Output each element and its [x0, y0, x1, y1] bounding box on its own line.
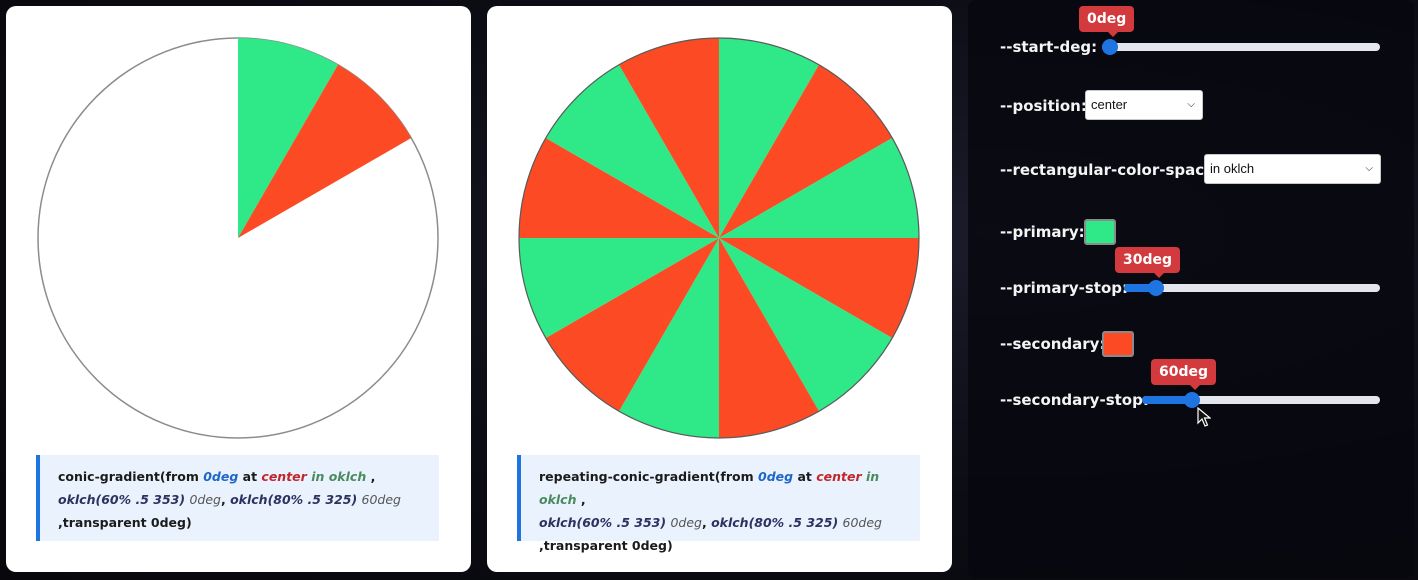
primary-stop-label: --primary-stop: — [1000, 279, 1129, 297]
secondary-stop-value-tooltip: 60deg — [1151, 359, 1217, 390]
chevron-down-icon: ⌵ — [1187, 99, 1195, 110]
code-start-deg: 0deg — [758, 469, 794, 484]
primary-stop-value-tooltip: 30deg — [1115, 247, 1181, 278]
color-space-selected-value: in oklch — [1210, 161, 1255, 176]
code-position: center — [816, 469, 862, 484]
chevron-down-icon: ⌵ — [1365, 163, 1373, 174]
code-at: at — [242, 469, 258, 484]
primary-stop-slider-thumb[interactable] — [1148, 280, 1164, 296]
code-tail: ,transparent 0deg) — [539, 538, 673, 553]
conic-gradient-preview — [37, 37, 439, 439]
code-start-deg: 0deg — [203, 469, 239, 484]
conic-gradient-card: conic-gradient(from 0deg at center in ok… — [6, 6, 471, 572]
code-color-2: oklch(80% .5 325) — [711, 515, 839, 530]
start-deg-slider[interactable] — [1102, 39, 1380, 55]
mouse-pointer-icon — [1197, 407, 1211, 427]
secondary-stop-slider[interactable] — [1142, 392, 1380, 408]
color-space-select[interactable]: in oklch ⌵ — [1204, 154, 1381, 184]
code-comma: , — [370, 469, 376, 484]
color-space-row: --rectangular-color-space: — [1000, 154, 1220, 186]
position-select[interactable]: center ⌵ — [1085, 90, 1203, 120]
code-color-2: oklch(80% .5 325) — [230, 492, 358, 507]
code-position: center — [261, 469, 307, 484]
code-tail: ,transparent 0deg) — [58, 515, 192, 530]
position-row: --position: — [1000, 90, 1087, 122]
code-color-1: oklch(60% .5 353) — [539, 515, 667, 530]
secondary-stop-row: --secondary-stop: — [1000, 384, 1149, 416]
secondary-stop-slider-thumb[interactable] — [1184, 392, 1200, 408]
repeating-conic-gradient-preview — [518, 37, 920, 439]
start-deg-slider-thumb[interactable] — [1102, 39, 1118, 55]
code-comma: , — [701, 515, 707, 530]
code-color-1: oklch(60% .5 353) — [58, 492, 186, 507]
start-deg-value-tooltip: 0deg — [1079, 6, 1135, 37]
secondary-row: --secondary: — [1000, 328, 1105, 360]
start-deg-label: --start-deg: — [1000, 38, 1098, 56]
primary-color-picker[interactable] — [1084, 219, 1116, 245]
repeating-conic-gradient-card: repeating-conic-gradient(from 0deg at ce… — [487, 6, 952, 572]
code-color-2-stop: 60deg — [842, 515, 882, 530]
code-snippet-conic: conic-gradient(from 0deg at center in ok… — [36, 455, 439, 541]
primary-stop-row: --primary-stop: — [1000, 272, 1128, 304]
code-comma: , — [220, 492, 226, 507]
primary-stop-slider[interactable] — [1124, 280, 1380, 296]
code-snippet-repeating: repeating-conic-gradient(from 0deg at ce… — [517, 455, 920, 553]
position-selected-value: center — [1091, 97, 1128, 112]
start-deg-row: --start-deg: — [1000, 31, 1097, 63]
primary-row: --primary: — [1000, 216, 1085, 248]
color-space-label: --rectangular-color-space: — [1000, 161, 1221, 179]
code-at: at — [797, 469, 812, 484]
code-function: repeating-conic-gradient(from — [539, 469, 754, 484]
position-label: --position: — [1000, 97, 1087, 115]
code-function: conic-gradient(from — [58, 469, 199, 484]
secondary-label: --secondary: — [1000, 335, 1106, 353]
controls-panel: --start-deg: 0deg --position: center ⌵ -… — [968, 0, 1414, 578]
primary-label: --primary: — [1000, 223, 1085, 241]
secondary-stop-label: --secondary-stop: — [1000, 391, 1149, 409]
code-comma: , — [580, 492, 586, 507]
secondary-color-picker[interactable] — [1102, 331, 1134, 357]
code-color-1-stop: 0deg — [670, 515, 702, 530]
code-color-2-stop: 60deg — [361, 492, 401, 507]
code-color-space: in oklch — [311, 469, 367, 484]
code-color-1-stop: 0deg — [189, 492, 221, 507]
